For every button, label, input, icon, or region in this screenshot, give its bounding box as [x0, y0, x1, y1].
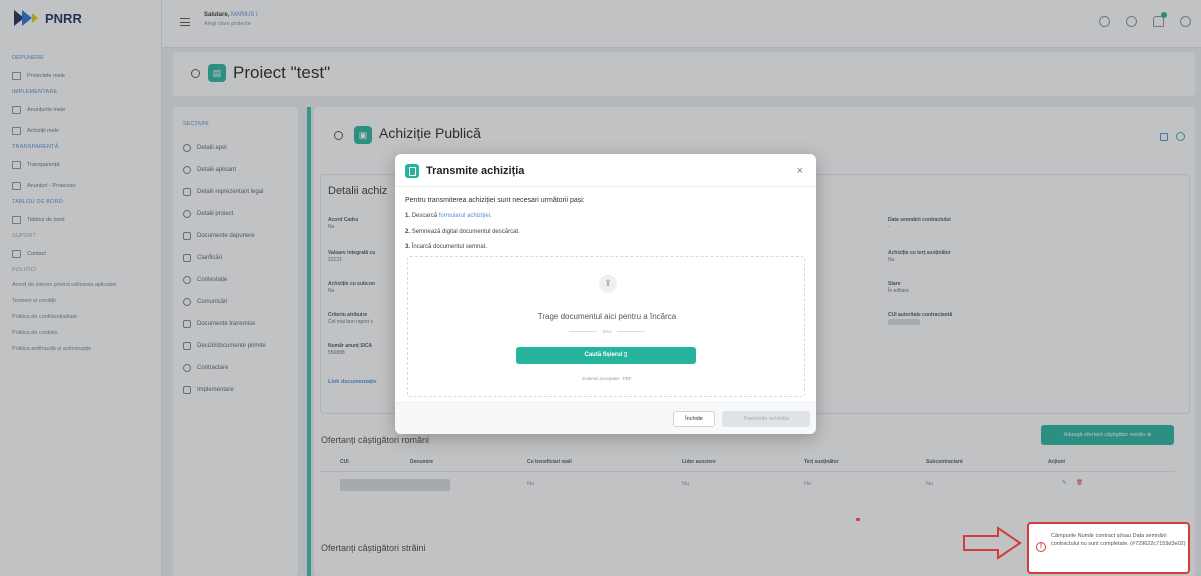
- error-toast[interactable]: ! Câmpurile Număr contract și/sau Data s…: [1027, 522, 1190, 574]
- step-1: 1. Descarcă formularul achiziției.: [405, 213, 492, 219]
- document-icon: [405, 164, 419, 178]
- step-text: Descarcă: [411, 213, 439, 219]
- step-number: 3.: [405, 244, 411, 250]
- error-icon: !: [1036, 542, 1046, 552]
- step-text: Încarcă documentul semnat.: [411, 244, 488, 250]
- browse-file-button[interactable]: Caută fișierul ▯: [516, 347, 696, 364]
- step-number: 1.: [405, 213, 411, 219]
- file-dropzone[interactable]: ⇪ Trage documentul aici pentru a încărca…: [407, 256, 805, 397]
- or-divider: SAU: [408, 329, 806, 334]
- download-form-link[interactable]: formularul achiziției.: [439, 213, 492, 219]
- upload-cloud-icon: ⇪: [599, 275, 617, 293]
- modal-header: Transmite achiziția ×: [395, 154, 816, 187]
- step-text: Semnează digital documentul descărcat.: [411, 229, 520, 235]
- dropzone-text: Trage documentul aici pentru a încărca: [537, 312, 677, 321]
- step-number: 2.: [405, 229, 411, 235]
- modal-footer: Închide Transmite achiziția: [395, 402, 816, 434]
- red-arrow-icon: [963, 526, 1022, 560]
- modal-intro: Pentru transmiterea achiziției sunt nece…: [405, 197, 585, 204]
- step-2: 2. Semnează digital documentul descărcat…: [405, 229, 520, 235]
- transmit-button[interactable]: Transmite achiziția: [722, 411, 810, 427]
- step-3: 3. Încarcă documentul semnat.: [405, 244, 487, 250]
- browse-label: Caută fișierul: [584, 352, 623, 358]
- close-icon[interactable]: ×: [797, 165, 803, 177]
- close-button[interactable]: Închide: [673, 411, 715, 427]
- modal-title: Transmite achiziția: [426, 165, 525, 177]
- transmit-modal: Transmite achiziția × Pentru transmitere…: [395, 154, 816, 434]
- toast-message: Câmpurile Număr contract și/sau Data sem…: [1051, 533, 1186, 547]
- accepted-extensions: Extensii acceptate: .PDF: [582, 376, 632, 381]
- red-marker: [856, 518, 860, 521]
